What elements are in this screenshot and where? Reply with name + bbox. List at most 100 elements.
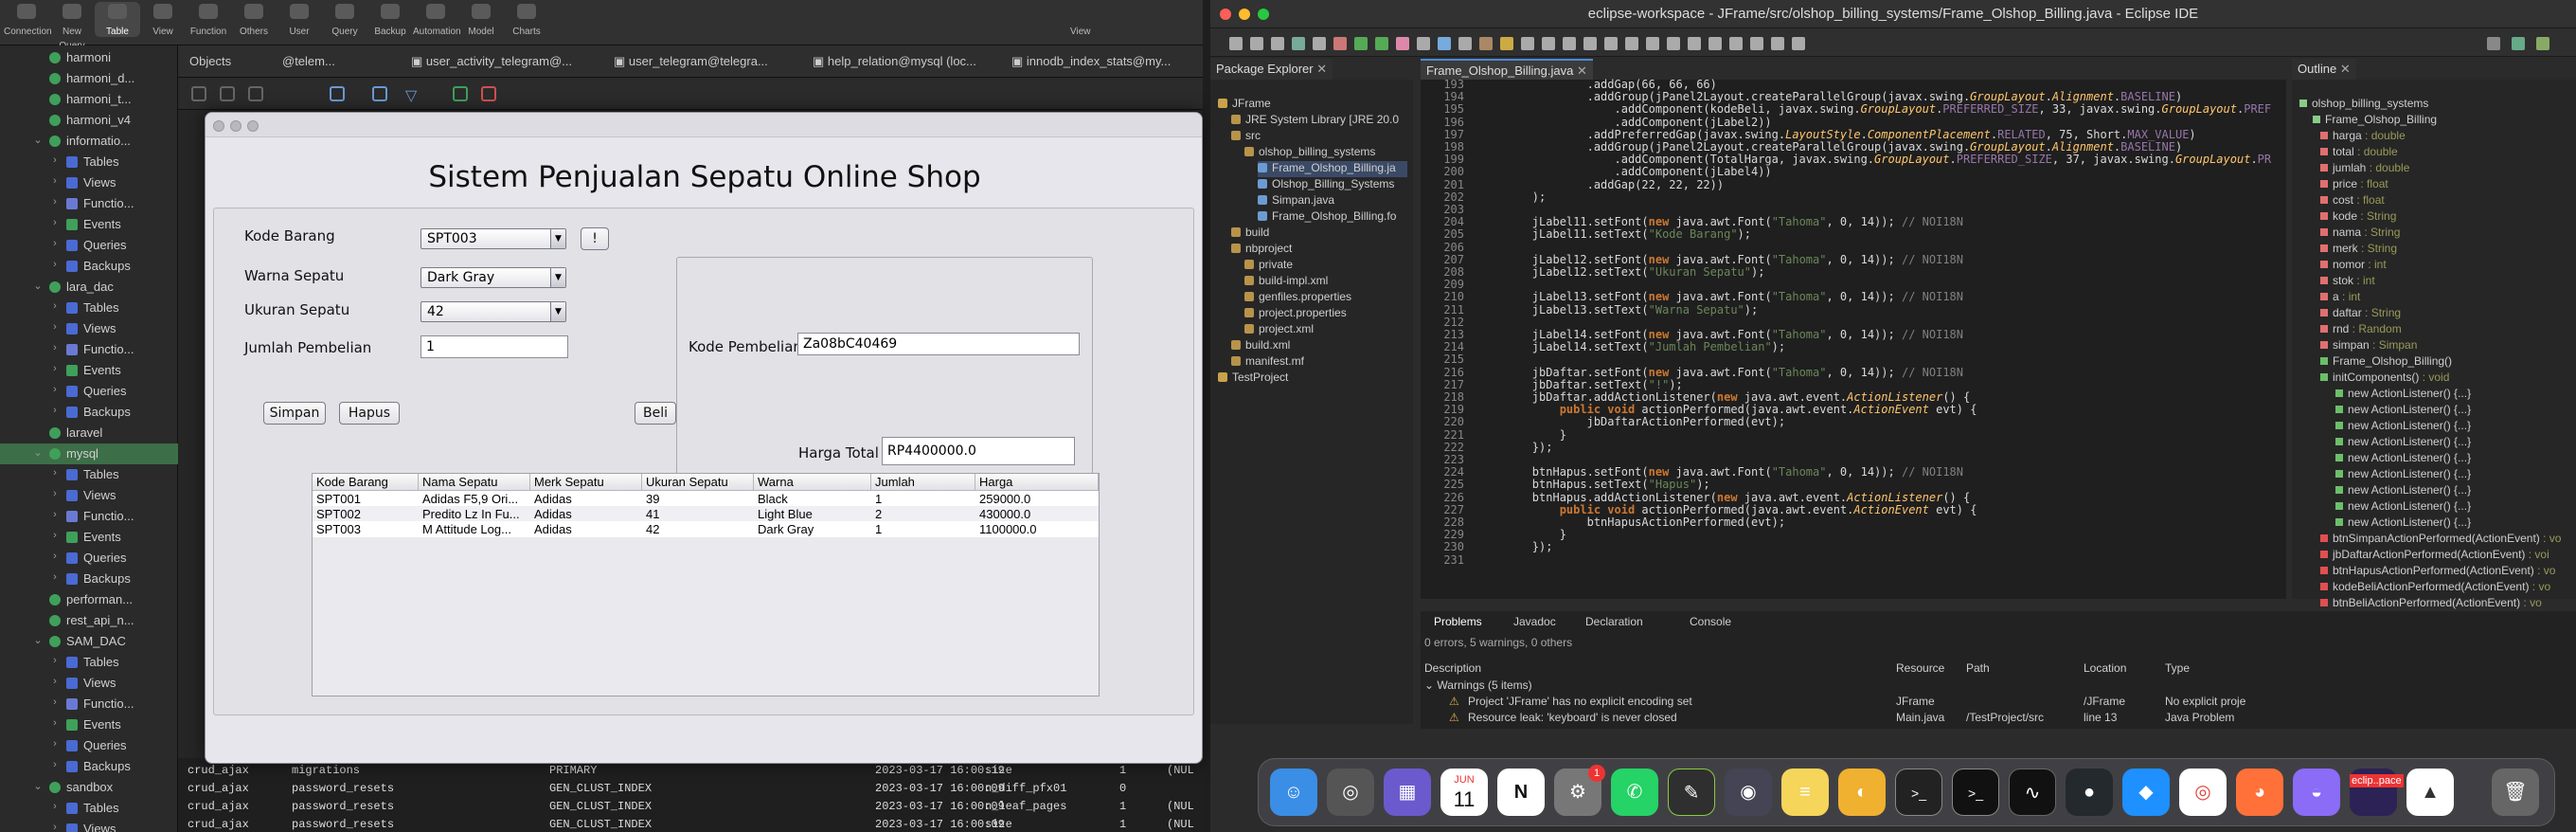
problem-cell[interactable]: Java Problem (2165, 711, 2234, 724)
code-line[interactable]: .addComponent(jLabel4)) (1477, 165, 1771, 178)
code-line[interactable]: btnHapus.setFont(new java.awt.Font("Taho… (1477, 465, 1963, 479)
settings-icon[interactable]: ⚙ 1 (1554, 765, 1605, 816)
db-tab[interactable]: ▣ help_relation@mysql (loc... (813, 45, 1002, 78)
chrome-icon[interactable]: ◎ (2179, 769, 2227, 816)
outline-item[interactable]: new ActionListener() {...} (2335, 419, 2471, 435)
outline-item[interactable]: daftar : String (2320, 306, 2401, 322)
outline-item[interactable]: kode : String (2320, 209, 2396, 226)
outline-item[interactable]: btnBeliActionPerformed(ActionEvent) : vo (2320, 596, 2542, 612)
column-header[interactable]: Path (1966, 661, 1990, 675)
notes-icon[interactable]: ≡ (1781, 769, 1829, 816)
code-line[interactable]: .addComponent(kodeBeli, javax.swing.Grou… (1477, 102, 2271, 116)
sidebar-item[interactable]: harmoni (0, 47, 178, 68)
toolbar-icon[interactable] (1354, 37, 1368, 50)
tab-editor-file[interactable]: Frame_Olshop_Billing.java ✕ (1421, 59, 1593, 80)
hapus-button[interactable]: Hapus (339, 402, 400, 425)
outline-item[interactable]: total : double (2320, 145, 2398, 161)
toolbar-icon[interactable] (1479, 37, 1493, 50)
toolbar-icon[interactable] (1792, 37, 1805, 50)
chevron-right-icon[interactable]: › (49, 509, 61, 520)
warna-sepatu-select[interactable]: Dark Gray ▼ (420, 267, 566, 288)
perspective-icon[interactable] (2536, 37, 2549, 50)
close-button[interactable] (1220, 9, 1231, 20)
minimize-button[interactable] (1239, 9, 1250, 20)
chevron-right-icon[interactable]: › (49, 405, 61, 416)
column-header[interactable]: Description (1424, 661, 1481, 675)
toolbar-button[interactable]: Connection (4, 2, 52, 37)
toolbar-icon[interactable] (1750, 37, 1763, 50)
simpan-button[interactable]: Simpan (263, 402, 326, 425)
sidebar-item[interactable]: › Queries (0, 735, 178, 756)
sidebar-item[interactable]: laravel (0, 423, 178, 443)
toolbar-button[interactable]: View (140, 2, 186, 37)
zoom-button[interactable] (247, 120, 259, 132)
kode-pembelian-input[interactable]: Za08bC40469 (797, 333, 1080, 355)
sidebar-item[interactable]: › Functio... (0, 193, 178, 214)
tree-item[interactable]: Frame_Olshop_Billing.fo (1258, 209, 1396, 226)
search-icon[interactable] (2487, 37, 2500, 50)
tree-item[interactable]: olshop_billing_systems (1244, 145, 1375, 161)
toolbar-button[interactable]: User (277, 2, 322, 37)
outline-item[interactable]: new ActionListener() {...} (2335, 515, 2471, 532)
refresh-icon[interactable] (453, 86, 468, 101)
code-line[interactable]: jLabel14.setText("Jumlah Pembelian"); (1477, 340, 1785, 353)
sidebar-item[interactable]: › Functio... (0, 339, 178, 360)
chevron-right-icon[interactable]: › (49, 530, 61, 541)
toolbar-icon[interactable] (1417, 37, 1430, 50)
sidebar-item[interactable]: rest_api_n... (0, 610, 178, 631)
toolbar-icon[interactable] (1250, 37, 1263, 50)
bottom-tab[interactable]: Javadoc (1513, 615, 1556, 628)
chevron-right-icon[interactable]: › (49, 154, 61, 166)
outline-item[interactable]: stok : int (2320, 274, 2375, 290)
problem-cell[interactable]: Resource leak: 'keyboard' is never close… (1468, 711, 1677, 724)
problem-group[interactable]: ⌄ Warnings (5 items) (1424, 678, 1532, 692)
toolbar-icon[interactable] (1625, 37, 1638, 50)
code-line[interactable]: .addGap(22, 22, 22)) (1477, 178, 1725, 191)
sidebar-item[interactable]: › Tables (0, 798, 178, 819)
toolbar-button[interactable]: Model (458, 2, 504, 37)
filter-icon[interactable]: ▽ (405, 86, 417, 105)
code-line[interactable]: jLabel13.setFont(new java.awt.Font("Taho… (1477, 290, 1963, 303)
chevron-right-icon[interactable]: › (49, 676, 61, 687)
trash-icon[interactable]: 🗑 (2492, 769, 2539, 816)
toolbar-icon[interactable] (1646, 37, 1659, 50)
toolbar-icon[interactable] (1771, 37, 1784, 50)
toolbar-icon[interactable] (1500, 37, 1513, 50)
sidebar-item[interactable]: › Functio... (0, 694, 178, 714)
tableplus-icon[interactable]: ◉ (1725, 769, 1772, 816)
chevron-down-icon[interactable]: ⌄ (32, 634, 44, 646)
minimize-button[interactable] (230, 120, 242, 132)
chevron-right-icon[interactable]: › (49, 467, 61, 479)
chevron-right-icon[interactable]: › (49, 551, 61, 562)
finder-icon[interactable]: ☺ (1270, 769, 1317, 816)
chevron-down-icon[interactable]: ⌄ (32, 446, 44, 459)
problem-cell[interactable]: Project 'JFrame' has no explicit encodin… (1468, 695, 1692, 708)
chevron-right-icon[interactable]: › (49, 822, 61, 832)
outline-item[interactable]: rnd : Random (2320, 322, 2402, 338)
sidebar-item[interactable]: › Views (0, 819, 178, 832)
table-row[interactable]: SPT003 M Attitude Log... Adidas 42 Dark Gray… (313, 521, 1099, 537)
table-header[interactable]: Ukuran Sepatu (642, 474, 754, 491)
column-header[interactable]: Resource (1896, 661, 1944, 675)
outline-item[interactable]: new ActionListener() {...} (2335, 403, 2471, 419)
terminal-icon[interactable]: >_ (1895, 769, 1942, 816)
toolbar-button[interactable]: Query (322, 2, 367, 37)
code-line[interactable]: jLabel12.setFont(new java.awt.Font("Taho… (1477, 253, 1963, 266)
sidebar-item[interactable]: › Events (0, 714, 178, 735)
outline-item[interactable]: new ActionListener() {...} (2335, 387, 2471, 403)
outline-item[interactable]: nama : String (2320, 226, 2400, 242)
close-button[interactable] (213, 120, 224, 132)
code-line[interactable]: }); (1477, 540, 1553, 553)
sidebar-item[interactable]: › Backups (0, 402, 178, 423)
sidebar-item[interactable]: › Events (0, 527, 178, 548)
ukuran-sepatu-select[interactable]: 42 ▼ (420, 301, 566, 322)
sidebar-item[interactable]: harmoni_v4 (0, 110, 178, 131)
delete-icon[interactable] (248, 86, 263, 101)
outline-item[interactable]: new ActionListener() {...} (2335, 451, 2471, 467)
terminal2-icon[interactable]: >_ (1952, 769, 1999, 816)
toolbar-button[interactable]: Table (95, 2, 140, 37)
tree-item[interactable]: genfiles.properties (1244, 290, 1351, 306)
outline-item[interactable]: Frame_Olshop_Billing (2313, 113, 2437, 129)
code-line[interactable]: jLabel11.setFont(new java.awt.Font("Taho… (1477, 215, 1963, 228)
cyberduck-icon[interactable]: ◐ (1838, 769, 1886, 816)
